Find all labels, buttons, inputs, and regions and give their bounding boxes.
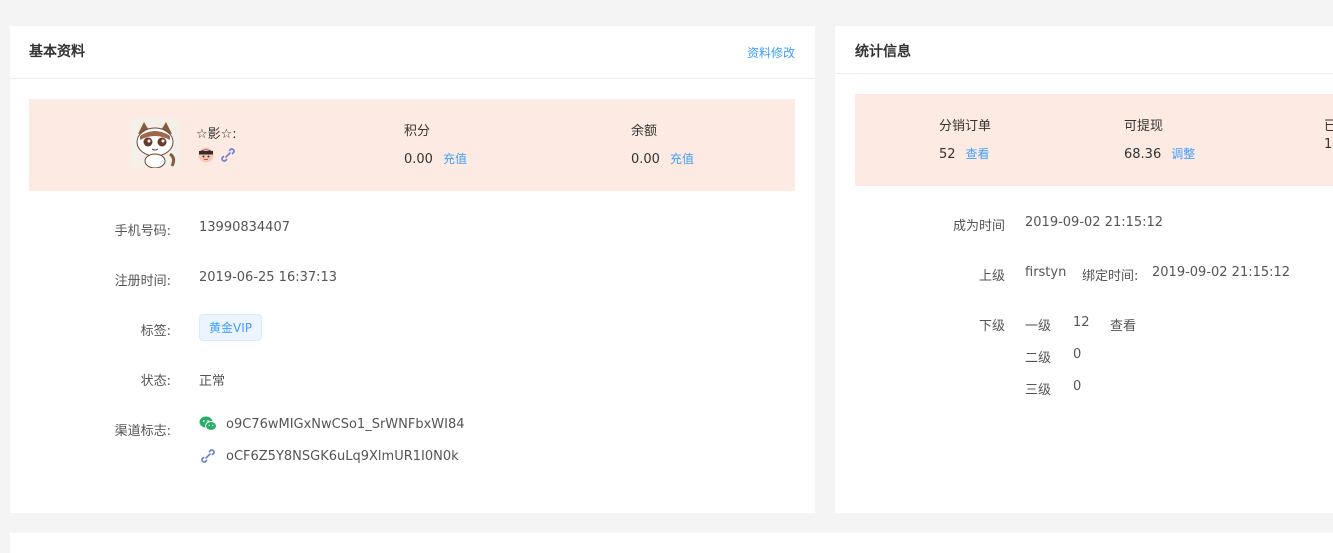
channel-item: oCF6Z5Y8NSGK6uLq9XlmUR1I0N0k [199,448,459,464]
level-3-name: 三级 [1025,383,1052,398]
profile-summary-banner: ☆影☆: 积分 0.00 充值 余额 0.00 充值 [29,99,795,191]
level-2-count: 0 [1073,347,1082,362]
orders-view-link[interactable]: 查看 [966,147,990,161]
balance-recharge-link[interactable]: 充值 [670,152,694,166]
orders-value: 52 [939,147,956,162]
level-1-view-link[interactable]: 查看 [1110,315,1136,334]
vip-tag: 黄金VIP [199,314,262,341]
balance-block: 余额 0.00 充值 [631,120,694,167]
stats-card: 统计信息 分销订单 52 查看 可提现 68.36 调整 已 1 成为时间 2019… [835,26,1333,513]
parent-value: firstyn [1025,265,1067,280]
sub-label: 下级 [978,319,1005,334]
points-block: 积分 0.00 充值 [404,120,467,167]
channel-value: oCF6Z5Y8NSGK6uLq9XlmUR1I0N0k [226,448,459,464]
third-stat-block: 已 1 [1324,115,1333,152]
points-label: 积分 [404,124,431,139]
joined-row: 成为时间 2019-09-02 21:15:12 [835,215,1333,235]
basic-info-title: 基本资料 [29,44,85,60]
channel-item: o9C76wMIGxNwCSo1_SrWNFbxWI84 [199,416,465,432]
orders-block: 分销订单 52 查看 [939,115,991,162]
parent-row: 上级 firstyn 绑定时间: 2019-09-02 21:15:12 [835,265,1333,285]
channel-label: 渠道标志: [114,424,171,439]
withdraw-block: 可提现 68.36 调整 [1124,115,1195,162]
level-2-name: 二级 [1025,351,1052,366]
orders-label: 分销订单 [939,119,992,134]
reg-time-value: 2019-06-25 16:37:13 [199,270,338,285]
points-value: 0.00 [404,152,433,167]
channel-value: o9C76wMIGxNwCSo1_SrWNFbxWI84 [226,416,465,432]
joined-value: 2019-09-02 21:15:12 [1025,215,1164,230]
withdraw-adjust-link[interactable]: 调整 [1171,147,1195,161]
level-3-row: 三级 0 [835,379,1333,399]
withdraw-label: 可提现 [1124,119,1164,134]
edit-profile-link[interactable]: 资料修改 [747,44,795,61]
tag-row: 标签: 黄金VIP [10,314,815,341]
bind-time-label: 绑定时间: [1082,269,1139,284]
phone-value: 13990834407 [199,220,290,235]
stats-title: 统计信息 [855,44,911,60]
badge-row [198,147,236,163]
balance-value: 0.00 [631,152,660,167]
joined-label: 成为时间 [952,219,1005,234]
withdraw-value: 68.36 [1124,147,1162,162]
face-icon [198,147,214,163]
basic-info-header: 基本资料 资料修改 [10,26,815,79]
status-value: 正常 [199,374,226,389]
next-card [10,533,1333,553]
balance-label: 余额 [631,124,658,139]
bind-time-value: 2019-09-02 21:15:12 [1152,265,1291,280]
stats-banner: 分销订单 52 查看 可提现 68.36 调整 已 1 [855,94,1333,186]
level-1-name: 一级 [1025,319,1052,334]
phone-row: 手机号码: 13990834407 [10,220,815,240]
reg-time-row: 注册时间: 2019-06-25 16:37:13 [10,270,815,290]
reg-time-label: 注册时间: [114,274,171,289]
basic-info-card: 基本资料 资料修改 ☆影☆: 积分 0.00 充值 余额 0.00 充值 手机号… [10,26,815,513]
parent-label: 上级 [978,269,1005,284]
third-stat-value: 1 [1324,137,1333,152]
link-icon [199,448,217,464]
sub-row: 下级 一级 12 查看 [835,315,1333,335]
status-label: 状态: [140,374,171,389]
nickname: ☆影☆: [196,127,237,142]
cat-avatar-icon [130,118,180,168]
level-3-count: 0 [1073,379,1082,394]
third-stat-label: 已 [1324,119,1333,134]
avatar [130,118,180,168]
points-recharge-link[interactable]: 充值 [443,152,467,166]
status-row: 状态: 正常 [10,370,815,390]
tag-label: 标签: [140,324,171,339]
level-2-row: 二级 0 [835,347,1333,367]
wechat-icon [199,416,217,432]
link-icon [220,147,236,163]
level-1-count: 12 [1073,315,1090,330]
phone-label: 手机号码: [114,224,171,239]
stats-header: 统计信息 [835,26,1333,74]
